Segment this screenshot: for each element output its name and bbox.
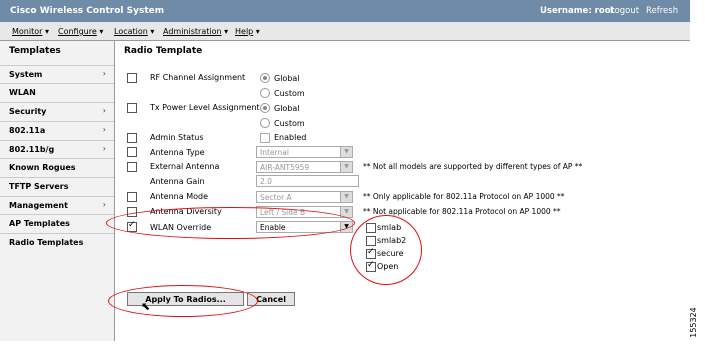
antenna-mode-select[interactable]: Sector A ▼	[256, 191, 353, 203]
sidebar-item-management[interactable]: Management ›	[0, 196, 114, 215]
sidebar-item-wlan[interactable]: WLAN	[0, 83, 114, 102]
antenna-gain-input[interactable]: 2.0	[256, 175, 359, 187]
rf-channel-custom-label: Custom	[274, 89, 305, 98]
tx-power-checkbox[interactable]	[127, 103, 137, 113]
sidebar-item-ap-templates[interactable]: AP Templates	[0, 214, 114, 233]
logout-link[interactable]: Logout	[610, 6, 639, 16]
chevron-down-icon: ▾	[150, 27, 155, 36]
sidebar-item-security[interactable]: Security ›	[0, 102, 114, 121]
external-antenna-note: ** Not all models are supported by diffe…	[363, 162, 583, 171]
chevron-down-icon: ▼	[340, 147, 352, 157]
rf-channel-custom-radio[interactable]	[260, 88, 270, 98]
sidebar: Templates System › WLAN Security › 802.11a…	[0, 41, 115, 341]
username-label: Username: root	[540, 6, 615, 16]
page-title: Radio Template	[124, 46, 203, 56]
menu-location[interactable]: Location ▾	[114, 27, 154, 36]
chevron-right-icon: ›	[102, 125, 106, 134]
external-antenna-checkbox[interactable]	[127, 162, 137, 172]
sidebar-item-known-rogues[interactable]: Known Rogues	[0, 158, 114, 177]
chevron-down-icon: ▾	[44, 27, 49, 36]
tx-power-global-radio[interactable]	[260, 103, 270, 113]
sidebar-item-802-11a[interactable]: 802.11a ›	[0, 121, 114, 140]
antenna-gain-label: Antenna Gain	[150, 177, 205, 186]
sidebar-heading: Templates	[9, 46, 61, 56]
external-antenna-select[interactable]: AIR-ANT5959 ▼	[256, 161, 353, 173]
tx-power-custom-radio[interactable]	[260, 118, 270, 128]
admin-enabled-label: Enabled	[274, 133, 307, 142]
chevron-right-icon: ›	[102, 144, 106, 153]
antenna-type-label: Antenna Type	[150, 148, 205, 157]
rf-channel-checkbox[interactable]	[127, 73, 137, 83]
app-title: Cisco Wireless Control System	[10, 6, 165, 16]
menu-configure[interactable]: Configure ▾	[58, 27, 103, 36]
sidebar-item-802-11bg[interactable]: 802.11b/g ›	[0, 140, 114, 159]
antenna-type-checkbox[interactable]	[127, 147, 137, 157]
chevron-down-icon: ▾	[99, 27, 104, 36]
title-bar: Cisco Wireless Control System Username: …	[0, 0, 690, 22]
rf-channel-global-label: Global	[274, 74, 300, 83]
sidebar-item-tftp-servers[interactable]: TFTP Servers	[0, 177, 114, 196]
menu-monitor[interactable]: Monitor ▾	[12, 27, 49, 36]
chevron-right-icon: ›	[102, 200, 106, 209]
external-antenna-label: External Antenna	[150, 162, 220, 171]
rf-channel-label: RF Channel Assignment	[150, 73, 246, 82]
menu-bar: Monitor ▾ Configure ▾ Location ▾ Adminis…	[0, 22, 690, 41]
figure-id: 155324	[688, 307, 698, 338]
menu-administration[interactable]: Administration ▾	[163, 27, 228, 36]
antenna-mode-note: ** Only applicable for 802.11a Protocol …	[363, 192, 565, 201]
highlight-oval-wlan-override	[106, 207, 355, 239]
tx-power-label: Tx Power Level Assignment	[150, 103, 260, 112]
chevron-right-icon: ›	[102, 106, 106, 115]
menu-help[interactable]: Help ▾	[235, 27, 260, 36]
rf-channel-global-radio[interactable]	[260, 73, 270, 83]
refresh-link[interactable]: Refresh	[646, 6, 678, 16]
chevron-down-icon: ▼	[340, 162, 352, 172]
chevron-down-icon: ▾	[255, 27, 260, 36]
antenna-mode-checkbox[interactable]	[127, 192, 137, 202]
sidebar-item-system[interactable]: System ›	[0, 65, 114, 84]
chevron-right-icon: ›	[102, 69, 106, 78]
admin-enabled-checkbox[interactable]	[260, 133, 270, 143]
highlight-oval-wlan-list	[350, 215, 422, 285]
admin-status-label: Admin Status	[150, 133, 204, 142]
chevron-down-icon: ▾	[224, 27, 229, 36]
chevron-down-icon: ▼	[340, 192, 352, 202]
antenna-mode-label: Antenna Mode	[150, 192, 208, 201]
antenna-type-select[interactable]: Internal ▼	[256, 146, 353, 158]
tx-power-custom-label: Custom	[274, 119, 305, 128]
highlight-oval-apply-button	[108, 285, 258, 317]
sidebar-item-radio-templates[interactable]: Radio Templates	[0, 233, 114, 252]
admin-status-checkbox[interactable]	[127, 133, 137, 143]
tx-power-global-label: Global	[274, 104, 300, 113]
